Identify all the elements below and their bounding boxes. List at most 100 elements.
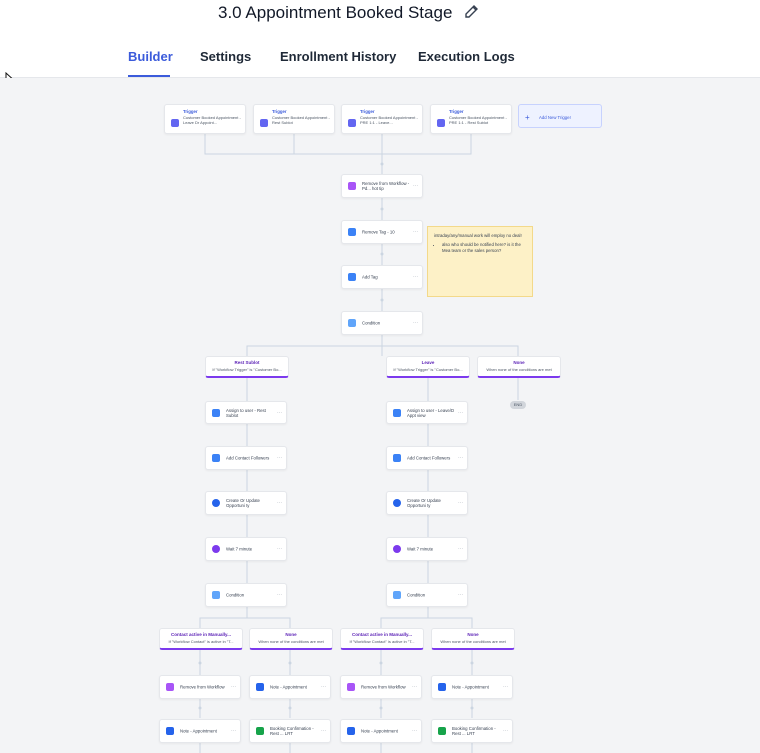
add-trigger-label: Add New Trigger xyxy=(539,115,572,120)
trigger-card[interactable]: Trigger Customer Booked Appointment - PR… xyxy=(430,104,512,134)
clock-icon xyxy=(393,545,401,553)
more-icon[interactable]: ··· xyxy=(231,728,236,734)
more-icon[interactable]: ··· xyxy=(321,684,326,690)
branch-name: None xyxy=(285,632,297,637)
action-label: Create Or Update Opportuni ty xyxy=(226,498,260,508)
action-node[interactable]: Note - Appointment ··· xyxy=(159,719,241,743)
more-icon[interactable]: ··· xyxy=(321,728,326,734)
tab-execution-logs[interactable]: Execution Logs xyxy=(418,49,515,64)
remove-workflow-icon xyxy=(348,182,356,190)
action-label: Remove from Workflow - Pd... hot tip xyxy=(362,181,410,191)
action-label: Condition xyxy=(407,592,426,598)
more-icon[interactable]: ··· xyxy=(413,320,418,326)
action-label: Add Contact Followers xyxy=(407,455,451,461)
action-label: Booking Confirmation - Rest ... LRT xyxy=(452,726,496,736)
action-node[interactable]: Create Or Update Opportuni ty ··· xyxy=(386,491,468,515)
action-node[interactable]: Assign to user - Rest Sublot ··· xyxy=(205,401,287,424)
note-icon xyxy=(166,727,174,735)
note-icon xyxy=(347,727,355,735)
calendar-icon xyxy=(348,119,356,127)
branch-header[interactable]: Contact active in Manually... If "Workfl… xyxy=(340,628,424,650)
action-node[interactable]: Note - Appointment ··· xyxy=(340,719,422,743)
more-icon[interactable]: ··· xyxy=(277,546,282,552)
action-node[interactable]: Wait 7 minute ··· xyxy=(205,537,287,561)
action-node[interactable]: Add Tag ··· xyxy=(341,265,423,289)
action-label: Note - Appointment xyxy=(452,684,489,690)
sticky-note[interactable]: intraday/any/manual work will employ no … xyxy=(427,226,533,297)
more-icon[interactable]: ··· xyxy=(412,728,417,734)
action-label: Note - Appointment xyxy=(270,684,307,690)
more-icon[interactable]: ··· xyxy=(412,684,417,690)
user-icon xyxy=(393,408,401,417)
more-icon[interactable]: ··· xyxy=(458,410,463,416)
action-label: Condition xyxy=(362,320,381,326)
action-node[interactable]: Wait 7 minute ··· xyxy=(386,537,468,561)
trigger-card[interactable]: Trigger Customer Booked Appointment - PR… xyxy=(341,104,423,134)
action-node[interactable]: Remove from Workflow ··· xyxy=(159,675,241,699)
trigger-heading: Trigger xyxy=(272,109,287,114)
add-followers-icon xyxy=(393,454,401,462)
edit-pencil-icon[interactable] xyxy=(463,3,481,21)
more-icon[interactable]: ··· xyxy=(458,500,463,506)
action-node[interactable]: Booking Confirmation - Rest ... LRT ··· xyxy=(431,719,513,743)
more-icon[interactable]: ··· xyxy=(231,684,236,690)
action-label: Note - Appointment xyxy=(180,728,217,734)
more-icon[interactable]: ··· xyxy=(277,500,282,506)
branch-header[interactable]: Contact active in Manually... If "Workfl… xyxy=(159,628,243,650)
condition-icon xyxy=(212,591,220,599)
plus-icon: + xyxy=(525,113,530,122)
branch-desc: If "Workflow Contact" is active in "T... xyxy=(168,639,234,644)
branch-header[interactable]: Rest Sublot If "Workflow Trigger" is "Cu… xyxy=(205,356,289,378)
tab-builder[interactable]: Builder xyxy=(128,49,173,64)
branch-header[interactable]: None When none of the conditions are met xyxy=(249,628,333,650)
opportunity-icon xyxy=(212,499,220,507)
branch-header[interactable]: None When none of the conditions are met xyxy=(431,628,515,650)
more-icon[interactable]: ··· xyxy=(458,546,463,552)
branch-header[interactable]: None When none of the conditions are met xyxy=(477,356,561,378)
action-label: Add Contact Followers xyxy=(226,455,270,461)
condition-node[interactable]: Condition ··· xyxy=(205,583,287,607)
branch-desc: When none of the conditions are met xyxy=(258,639,324,644)
more-icon[interactable]: ··· xyxy=(413,274,418,280)
more-icon[interactable]: ··· xyxy=(277,592,282,598)
branch-header[interactable]: Leave If "Workflow Trigger" is "Customer… xyxy=(386,356,470,378)
condition-node[interactable]: Condition ··· xyxy=(341,311,423,335)
branch-name: None xyxy=(513,360,525,365)
note-icon xyxy=(438,683,446,691)
more-icon[interactable]: ··· xyxy=(277,410,282,416)
trigger-card[interactable]: Trigger Customer Booked Appointment - Re… xyxy=(253,104,335,134)
trigger-text: Customer Booked Appointment - Rest Sublo… xyxy=(272,115,330,125)
action-node[interactable]: Assign to user - Leave/D Appt view ··· xyxy=(386,401,468,424)
action-node[interactable]: Remove from Workflow ··· xyxy=(340,675,422,699)
action-node[interactable]: Note - Appointment ··· xyxy=(431,675,513,699)
more-icon[interactable]: ··· xyxy=(277,455,282,461)
more-icon[interactable]: ··· xyxy=(458,592,463,598)
action-label: Condition xyxy=(226,592,245,598)
action-node[interactable]: Remove Tag - 10 ··· xyxy=(341,220,423,244)
tab-enrollment-history[interactable]: Enrollment History xyxy=(280,49,396,64)
add-followers-icon xyxy=(212,454,220,462)
trigger-card[interactable]: Trigger Customer Booked Appointment - Le… xyxy=(164,104,246,134)
workflow-canvas[interactable]: Trigger Customer Booked Appointment - Le… xyxy=(0,78,760,753)
add-trigger-button[interactable]: + Add New Trigger xyxy=(518,104,602,128)
action-label: Wait 7 minute xyxy=(407,546,434,552)
more-icon[interactable]: ··· xyxy=(503,728,508,734)
more-icon[interactable]: ··· xyxy=(503,684,508,690)
more-icon[interactable]: ··· xyxy=(413,183,418,189)
action-node[interactable]: Add Contact Followers ··· xyxy=(386,446,468,470)
branch-desc: If "Workflow Contact" is active in "T... xyxy=(349,639,415,644)
action-node[interactable]: Booking Confirmation - Rest ... LRT ··· xyxy=(249,719,331,743)
action-label: Wait 7 minute xyxy=(226,546,253,552)
action-node[interactable]: Create Or Update Opportuni ty ··· xyxy=(205,491,287,515)
trigger-heading: Trigger xyxy=(449,109,464,114)
action-node[interactable]: Remove from Workflow - Pd... hot tip ··· xyxy=(341,174,423,198)
action-label: Remove from Workflow xyxy=(361,684,406,690)
condition-node[interactable]: Condition ··· xyxy=(386,583,468,607)
tab-settings[interactable]: Settings xyxy=(200,49,251,64)
more-icon[interactable]: ··· xyxy=(413,229,418,235)
more-icon[interactable]: ··· xyxy=(458,455,463,461)
tab-bar: Builder Settings Enrollment History Exec… xyxy=(0,37,760,78)
action-node[interactable]: Add Contact Followers ··· xyxy=(205,446,287,470)
branch-desc: When none of the conditions are met xyxy=(440,639,506,644)
action-node[interactable]: Note - Appointment ··· xyxy=(249,675,331,699)
